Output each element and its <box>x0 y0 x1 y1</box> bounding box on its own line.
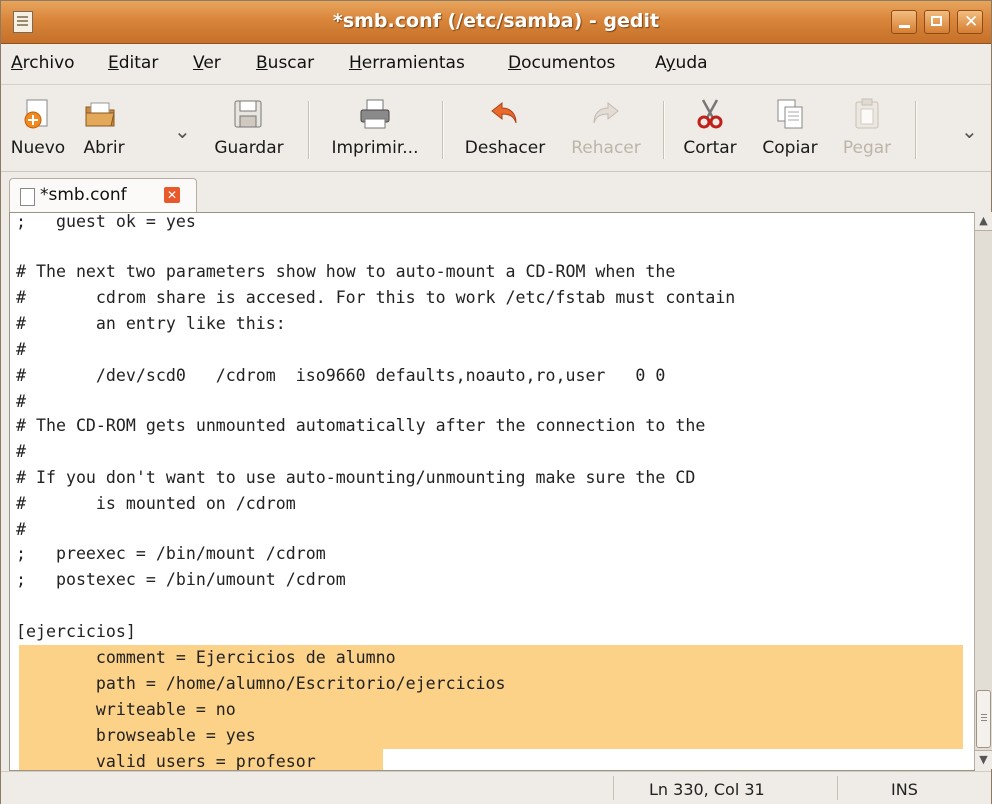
redo-icon <box>593 101 619 124</box>
menu-documentos[interactable]: Documentos <box>508 53 615 73</box>
copy-icon <box>777 99 803 129</box>
code-line: # If you don't want to use auto-mounting… <box>16 468 696 487</box>
code-line: writeable = no <box>16 700 236 719</box>
code-line: # The next two parameters show how to au… <box>16 262 676 281</box>
code-line: comment = Ejercicios de alumno <box>16 648 396 667</box>
undo-icon <box>491 101 517 124</box>
new-button[interactable]: Nuevo <box>7 93 69 165</box>
menu-ayuda-a: A <box>655 53 666 73</box>
toolbar-overflow-arrow[interactable]: ⌄ <box>961 119 978 143</box>
redo-label: Rehacer <box>571 138 641 158</box>
tab-smb-conf[interactable]: *smb.conf ✕ <box>9 178 197 213</box>
copy-label: Copiar <box>762 138 818 158</box>
insert-mode: INS <box>891 780 918 799</box>
redo-button[interactable]: Rehacer <box>566 93 646 165</box>
cut-button[interactable]: Cortar <box>679 93 741 165</box>
print-label: Imprimir... <box>331 138 419 158</box>
menu-ayuda-y: y <box>665 53 676 73</box>
menu-editar[interactable]: Editar <box>108 53 158 73</box>
code-line: path = /home/alumno/Escritorio/ejercicio… <box>16 674 506 693</box>
code-line: # cdrom share is accesed. For this to wo… <box>16 288 736 307</box>
menu-ayuda[interactable]: Ayuda <box>655 53 708 73</box>
minimize-button[interactable] <box>891 10 917 34</box>
code-line: ; postexec = /bin/umount /cdrom <box>16 570 346 589</box>
cut-label: Cortar <box>683 138 737 158</box>
minimize-icon <box>899 25 910 28</box>
code-line: # /dev/scd0 /cdrom iso9660 defaults,noau… <box>16 366 666 385</box>
maximize-button[interactable] <box>924 10 950 34</box>
code-line: # <box>16 520 26 539</box>
code-line: [ejercicios] <box>16 622 136 641</box>
menu-buscar[interactable]: Buscar <box>256 53 314 73</box>
code-line: # <box>16 392 26 411</box>
copy-button[interactable]: Copiar <box>755 93 825 165</box>
open-button[interactable]: Abrir <box>69 93 139 165</box>
undo-button[interactable]: Deshacer <box>456 93 554 165</box>
save-icon <box>234 100 262 128</box>
paste-button[interactable]: Pegar <box>835 93 899 165</box>
print-button[interactable]: Imprimir... <box>321 93 429 165</box>
vertical-scrollbar[interactable]: ▲ ▼ <box>974 212 992 769</box>
code-line: ; preexec = /bin/mount /cdrom <box>16 544 326 563</box>
close-icon: ✕ <box>964 12 979 32</box>
close-button[interactable]: ✕ <box>957 10 983 34</box>
document-icon <box>20 188 35 206</box>
toolbar-separator <box>308 101 310 159</box>
tab-label: *smb.conf <box>40 185 127 205</box>
status-bar: Ln 330, Col 31 INS <box>1 771 991 804</box>
title-bar[interactable]: *smb.conf (/etc/samba) - gedit ✕ <box>1 1 991 44</box>
menu-herramientas[interactable]: Herramientas <box>349 53 465 73</box>
print-icon <box>360 99 390 129</box>
cursor-position: Ln 330, Col 31 <box>649 780 765 799</box>
close-tab-icon[interactable]: ✕ <box>164 187 180 203</box>
code-line: valid users = profesor <box>16 752 316 771</box>
toolbar-separator <box>442 101 444 159</box>
open-label: Abrir <box>83 138 125 158</box>
open-folder-icon <box>85 102 115 127</box>
status-separator <box>837 776 838 800</box>
text-editor[interactable]: ; guest ok = yes # The next two paramete… <box>9 212 975 771</box>
save-label: Guardar <box>214 138 284 158</box>
toolbar-separator <box>663 101 665 159</box>
status-separator <box>613 776 614 800</box>
code-line: ; guest ok = yes <box>16 212 196 231</box>
tab-bar: *smb.conf ✕ <box>1 172 991 213</box>
code-line: # <box>16 340 26 359</box>
gedit-window: *smb.conf (/etc/samba) - gedit ✕ Archivo… <box>0 0 992 804</box>
menu-bar: Archivo Editar Ver Buscar Herramientas D… <box>1 44 991 85</box>
code-line: # The CD-ROM gets unmounted automaticall… <box>16 416 706 435</box>
scrollbar-thumb[interactable] <box>976 690 991 748</box>
scroll-down-arrow-icon[interactable]: ▼ <box>975 750 992 769</box>
open-recent-dropdown-arrow[interactable]: ⌄ <box>174 119 191 143</box>
toolbar-separator <box>915 101 917 159</box>
code-line: browseable = yes <box>16 726 256 745</box>
scroll-up-arrow-icon[interactable]: ▲ <box>975 212 992 231</box>
code-line: # an entry like this: <box>16 314 286 333</box>
new-label: Nuevo <box>10 138 66 158</box>
paste-label: Pegar <box>842 138 892 158</box>
save-button[interactable]: Guardar <box>207 93 291 165</box>
window-title: *smb.conf (/etc/samba) - gedit <box>332 10 660 32</box>
maximize-icon <box>931 16 942 26</box>
menu-ver[interactable]: Ver <box>193 53 221 73</box>
toolbar: Nuevo Abrir ⌄ Guardar Imprimir... Deshac… <box>1 85 991 172</box>
menu-archivo[interactable]: Archivo <box>11 53 75 73</box>
paste-icon <box>855 98 879 129</box>
code-line: # is mounted on /cdrom <box>16 494 296 513</box>
undo-label: Deshacer <box>464 138 546 158</box>
cut-icon <box>697 99 723 129</box>
code-line: # <box>16 442 26 461</box>
new-document-icon <box>24 99 48 129</box>
